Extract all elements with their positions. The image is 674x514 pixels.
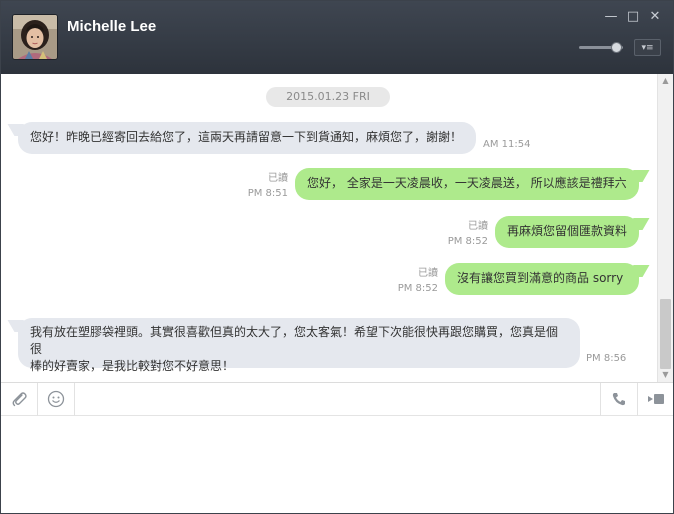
input-toolbar — [1, 382, 673, 416]
message-text: 沒有讓您買到滿意的商品 sorry — [457, 271, 624, 285]
message-bubble-outgoing[interactable]: 您好， 全家是一天凌晨收，一天凌晨送， 所以應該是禮拜六 — [295, 168, 639, 200]
smiley-icon[interactable] — [38, 383, 74, 416]
message-time: PM 8:51 — [247, 188, 288, 199]
volume-slider[interactable] — [579, 42, 627, 54]
message-bubble-outgoing[interactable]: 沒有讓您買到滿意的商品 sorry — [445, 263, 639, 295]
message-text: 再麻煩您留個匯款資料 — [507, 224, 628, 238]
message-time: AM 11:54 — [483, 139, 531, 150]
slider-knob[interactable] — [611, 42, 622, 53]
message-bubble-incoming[interactable]: 我有放在塑膠袋裡頭。其實很喜歡但真的太大了，您太客氣！希望下次能很快再跟您購買，… — [18, 318, 580, 373]
scroll-up-icon[interactable]: ▲ — [658, 74, 673, 88]
video-icon[interactable] — [638, 383, 673, 416]
message-time: PM 8:52 — [397, 283, 438, 294]
message-time: PM 8:52 — [447, 236, 488, 247]
menu-button[interactable]: ▾≡ — [634, 39, 661, 56]
chat-window: Michelle Lee — □ ✕ ▾≡ 2015.01.23 FRI 您好！… — [0, 0, 674, 514]
phone-icon[interactable] — [601, 383, 637, 416]
message-list: 2015.01.23 FRI 您好！昨晚已經寄回去給您了，這兩天再請留意一下到貨… — [1, 74, 657, 382]
avatar[interactable] — [12, 14, 58, 60]
message-text-line-2: 棒的好賣家，是我比較對您不好意思！ — [30, 359, 235, 373]
read-receipt: 已讀 — [268, 173, 288, 184]
date-separator: 2015.01.23 FRI — [266, 87, 390, 107]
message-bubble-outgoing[interactable]: 再麻煩您留個匯款資料 — [495, 216, 639, 248]
contact-name: Michelle Lee — [67, 18, 157, 35]
paperclip-icon[interactable] — [1, 383, 37, 416]
message-text-line-1: 我有放在塑膠袋裡頭。其實很喜歡但真的太大了，您太客氣！希望下次能很快再跟您購買，… — [30, 325, 559, 356]
chat-header: Michelle Lee — □ ✕ ▾≡ — [1, 1, 673, 74]
chat-scrollbar[interactable]: ▲ ▼ — [657, 74, 673, 382]
message-bubble-incoming[interactable]: 您好！昨晚已經寄回去給您了，這兩天再請留意一下到貨通知，麻煩您了，謝謝！ — [18, 122, 476, 154]
message-text: 您好！昨晚已經寄回去給您了，這兩天再請留意一下到貨通知，麻煩您了，謝謝！ — [30, 130, 463, 144]
minimize-icon[interactable]: — — [603, 9, 619, 25]
close-icon[interactable]: ✕ — [647, 9, 663, 25]
toolbar-divider — [74, 383, 75, 416]
message-input-area — [1, 416, 673, 511]
message-input[interactable] — [1, 416, 673, 511]
message-time: PM 8:56 — [586, 353, 627, 364]
message-text: 您好， 全家是一天凌晨收，一天凌晨送， 所以應該是禮拜六 — [307, 176, 627, 190]
read-receipt: 已讀 — [468, 221, 488, 232]
read-receipt: 已讀 — [418, 268, 438, 279]
maximize-icon[interactable]: □ — [625, 9, 641, 25]
scroll-thumb[interactable] — [660, 299, 671, 369]
scroll-down-icon[interactable]: ▼ — [658, 368, 673, 382]
